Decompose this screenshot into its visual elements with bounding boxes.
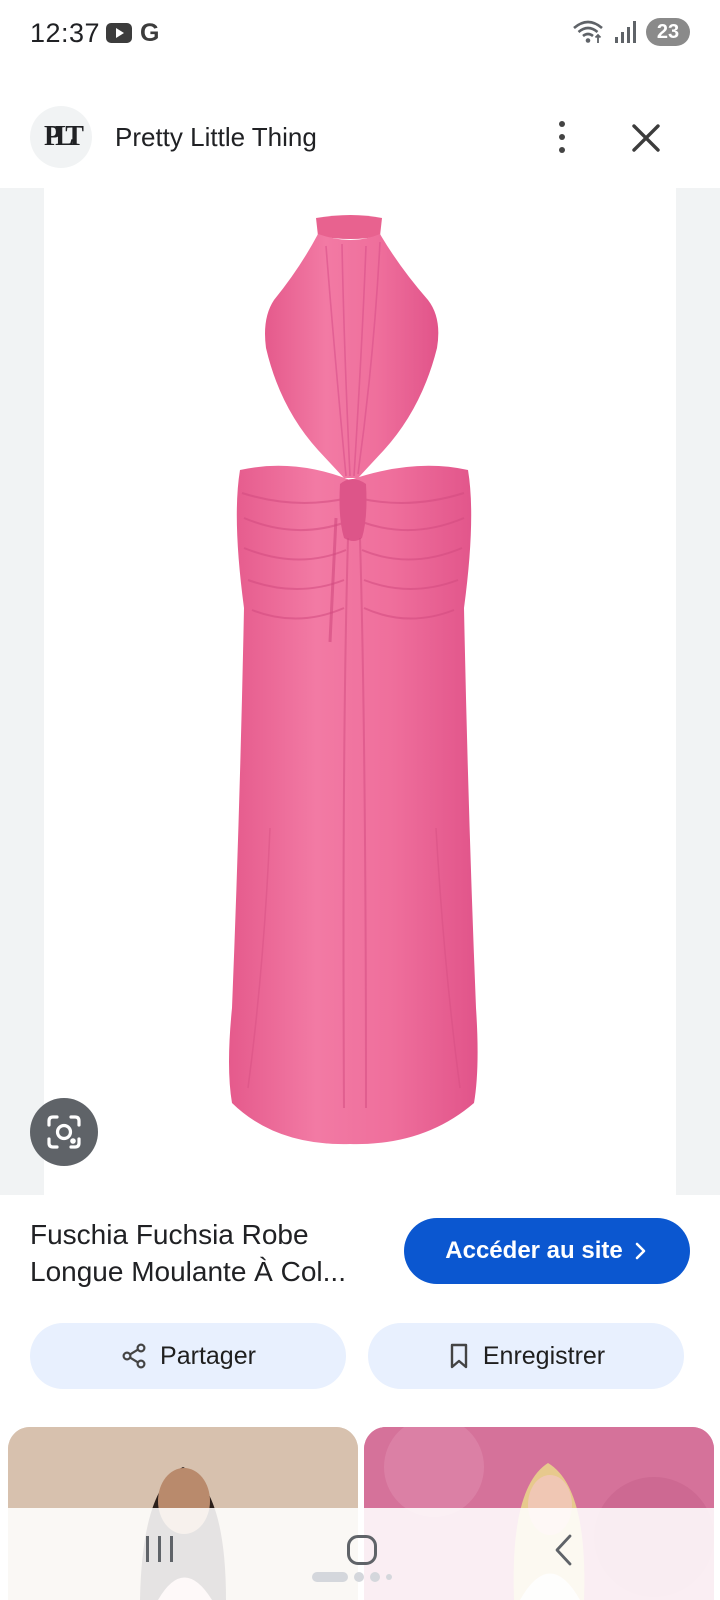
status-left-icons: G	[106, 19, 160, 47]
status-bar: 12:37 G 23	[0, 0, 720, 70]
system-navigation-bar	[0, 1508, 720, 1600]
signal-icon	[615, 21, 636, 43]
image-viewer-header: PLT Pretty Little Thing	[0, 100, 720, 176]
share-label: Partager	[160, 1341, 256, 1370]
status-right-icons: 23	[572, 18, 690, 46]
google-icon: G	[140, 19, 160, 47]
battery-indicator: 23	[646, 18, 690, 46]
more-options-button[interactable]	[538, 110, 586, 164]
visit-site-label: Accéder au site	[445, 1237, 623, 1264]
save-label: Enregistrer	[482, 1341, 606, 1370]
share-button[interactable]: Partager	[30, 1323, 346, 1389]
page-indicator	[312, 1572, 392, 1582]
back-icon	[555, 1534, 572, 1566]
site-logo-text: PLT	[44, 121, 84, 152]
google-lens-icon	[47, 1115, 81, 1149]
product-title-line2: Longue Moulante À Col...	[30, 1256, 346, 1287]
wifi-icon	[573, 20, 603, 43]
save-button[interactable]: Enregistrer	[368, 1323, 684, 1389]
youtube-icon	[106, 23, 132, 43]
dress-image	[229, 215, 478, 1145]
site-name[interactable]: Pretty Little Thing	[115, 122, 317, 153]
back-button[interactable]	[552, 1532, 576, 1573]
visit-site-button[interactable]: Accéder au site	[404, 1218, 690, 1284]
close-icon	[632, 124, 660, 152]
share-icon	[122, 1343, 146, 1369]
site-logo[interactable]: PLT	[30, 106, 92, 168]
screen: 12:37 G 23 PLT Pretty Little Thing Fusch…	[0, 0, 720, 1600]
status-time: 12:37	[30, 18, 101, 48]
home-button[interactable]	[347, 1535, 377, 1565]
google-lens-button[interactable]	[30, 1098, 98, 1166]
image-area	[0, 188, 720, 1195]
product-title[interactable]: Fuschia Fuchsia Robe Longue Moulante À C…	[30, 1216, 385, 1290]
chevron-right-icon	[635, 1242, 646, 1260]
product-image[interactable]	[44, 188, 676, 1195]
product-title-line1: Fuschia Fuchsia Robe	[30, 1219, 309, 1250]
close-button[interactable]	[622, 114, 670, 162]
recent-apps-button[interactable]	[146, 1536, 173, 1562]
bookmark-icon	[450, 1343, 468, 1369]
more-vert-icon	[559, 121, 565, 127]
recent-apps-icon	[146, 1536, 149, 1562]
